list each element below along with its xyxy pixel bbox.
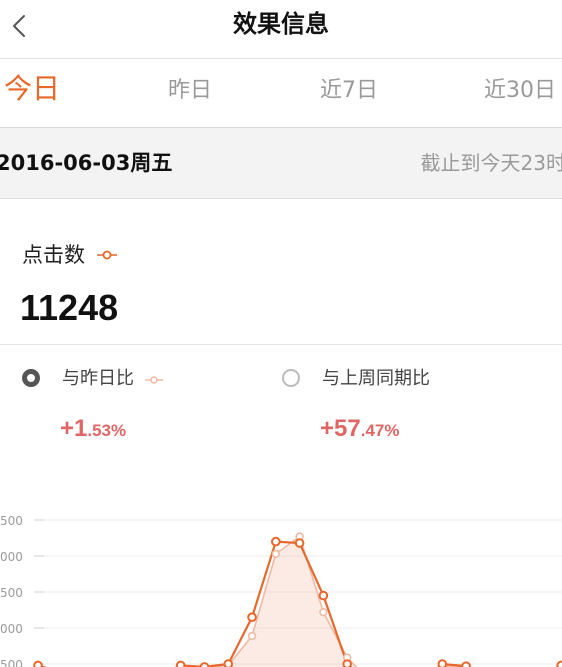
series-point-dark <box>199 662 210 667</box>
series-point-dark <box>175 660 186 667</box>
series-point-dark <box>247 612 257 622</box>
y-tick-label: 500 <box>0 586 23 600</box>
y-tick-label: 500 <box>0 514 23 528</box>
pct-sign: + <box>60 415 75 442</box>
metric-value: 11248 <box>20 287 119 328</box>
series-marker-icon <box>145 376 163 384</box>
series-point-dark <box>318 590 329 601</box>
compare-yesterday-label[interactable]: 与昨日比 <box>62 366 134 392</box>
compare-yesterday-value: +1.53% <box>60 414 126 447</box>
pct-int: 57 <box>334 415 361 442</box>
cutoff-label: 截止到今天23时 <box>420 151 562 175</box>
tab-yesterday[interactable]: 昨日 <box>168 75 212 107</box>
series-point-dark <box>33 660 43 667</box>
date-label: 2016-06-03周五 <box>0 151 173 175</box>
compare-last-week-label[interactable]: 与上周同期比 <box>322 366 430 392</box>
y-tick-label: 000 <box>0 550 23 564</box>
series-point-dark <box>342 659 352 667</box>
series-point-dark <box>271 536 281 547</box>
page-title: 效果信息 <box>233 10 329 38</box>
series-point-dark <box>556 660 562 667</box>
pct-dec: .53% <box>87 421 127 440</box>
tab-last-30-days[interactable]: 近30日 <box>484 75 556 107</box>
clicks-line-chart: 500 000 500 000 500 <box>0 514 562 667</box>
pct-int: 1 <box>74 415 88 442</box>
tab-last-7-days[interactable]: 近7日 <box>320 75 378 107</box>
radio-compare-last-week[interactable] <box>282 369 300 387</box>
series-point-light <box>247 631 257 641</box>
series-point-light <box>271 549 281 559</box>
radio-compare-yesterday[interactable] <box>22 369 40 387</box>
series-marker-icon <box>97 250 117 260</box>
pct-sign: + <box>320 415 335 442</box>
nav-bar: 效果信息 <box>0 0 562 59</box>
series-point-dark <box>437 659 448 667</box>
metric-label: 点击数 <box>22 243 85 267</box>
series-point-dark <box>461 661 471 667</box>
tab-today[interactable]: 今日 <box>4 73 60 105</box>
y-tick-label: 000 <box>0 622 23 636</box>
date-band: 2016-06-03周五 截止到今天23时 <box>0 128 562 199</box>
date-range-tabs: 今日 昨日 近7日 近30日 <box>0 59 562 128</box>
series-point-light <box>319 607 328 617</box>
series-point-dark <box>294 538 305 548</box>
pct-dec: .47% <box>360 421 400 440</box>
divider <box>0 344 562 345</box>
y-tick-label: 500 <box>0 658 23 667</box>
compare-last-week-value: +57.47% <box>320 414 399 447</box>
series-point-dark <box>223 659 234 667</box>
